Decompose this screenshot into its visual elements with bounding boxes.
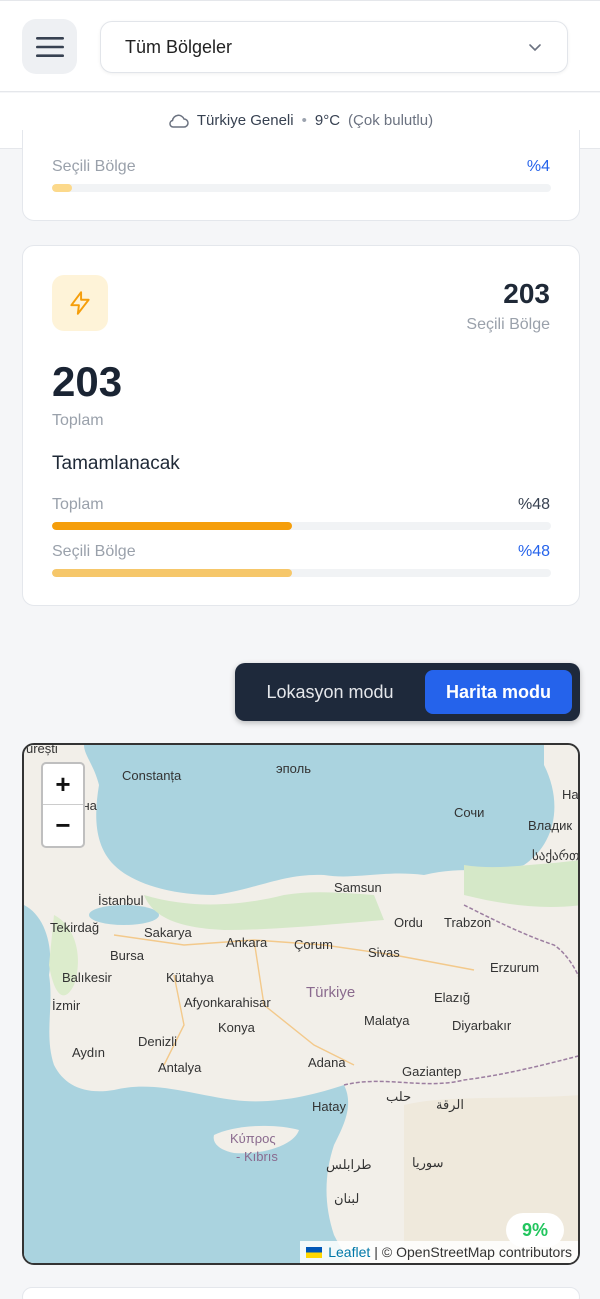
- region-select-value: Tüm Bölgeler: [125, 37, 233, 57]
- map-label-konya: Konya: [218, 1020, 256, 1035]
- map-label-kypros: Κύπρος: [230, 1131, 276, 1146]
- chevron-down-icon: [529, 44, 541, 52]
- map-label-afyon: Afyonkarahisar: [184, 995, 271, 1010]
- map-label-raqqa: الرقة: [436, 1097, 464, 1113]
- map-label-halab: حلب: [386, 1089, 411, 1104]
- map-label-sinop-ru: эполь: [276, 761, 311, 776]
- map-label-sivas: Sivas: [368, 945, 400, 960]
- location-mode-button[interactable]: Lokasyon modu: [235, 663, 425, 721]
- weather-location: Türkiye Geneli: [196, 112, 294, 129]
- total-row-label: Toplam: [52, 496, 104, 513]
- region-select[interactable]: Tüm Bölgeler: [100, 21, 568, 73]
- map-label-kutahya: Kütahya: [166, 970, 214, 985]
- weather-temperature: 9°C: [314, 112, 341, 129]
- map-label-gaziantep: Gaziantep: [402, 1064, 461, 1079]
- weather-separator: •: [301, 112, 307, 129]
- mode-toggle: Lokasyon modu Harita modu: [235, 663, 580, 721]
- map-label-bursa: Bursa: [110, 948, 145, 963]
- map-label-elazig: Elazığ: [434, 990, 470, 1005]
- map-mode-button[interactable]: Harita modu: [425, 670, 572, 714]
- map-label-adana: Adana: [308, 1055, 346, 1070]
- leaflet-link[interactable]: Leaflet: [328, 1244, 370, 1260]
- map-label-ha: Ha: [562, 787, 579, 802]
- map-label-corum: Çorum: [294, 937, 333, 952]
- lightning-icon: [70, 291, 90, 315]
- map-label-diyarbakir: Diyarbakır: [452, 1018, 512, 1033]
- map-label-erzurum: Erzurum: [490, 960, 539, 975]
- map-label-aydin: Aydın: [72, 1045, 105, 1060]
- selected-region-pct: %4: [526, 158, 550, 175]
- map-label-turkiye: Türkiye: [306, 984, 355, 1001]
- map-label-vladik: Владик: [528, 818, 572, 833]
- map-label-georgian: საქართ: [532, 848, 579, 864]
- map-attribution: Leaflet | © OpenStreetMap contributors: [300, 1241, 578, 1263]
- map-label-balikesir: Balıkesir: [62, 970, 113, 985]
- menu-button[interactable]: [22, 19, 77, 74]
- selected-region-count: 203: [503, 278, 550, 309]
- map-label-denizli: Denizli: [138, 1034, 177, 1049]
- total-progress: [52, 522, 551, 530]
- top-bar: Tüm Bölgeler: [0, 0, 600, 92]
- total-count-label: Toplam: [52, 412, 104, 429]
- osm-attribution[interactable]: © OpenStreetMap contributors: [382, 1244, 572, 1260]
- selected-region-progress: [52, 184, 551, 192]
- selected-progress: [52, 569, 551, 577]
- map-label-izmir: İzmir: [52, 998, 81, 1013]
- total-row-pct: %48: [517, 496, 550, 513]
- attribution-separator: |: [374, 1244, 378, 1260]
- map-tiles: urești Constanța арна эполь Сочи Владик …: [24, 745, 579, 1263]
- total-progress-fill: [52, 522, 292, 530]
- zoom-in-button[interactable]: +: [43, 764, 83, 805]
- selected-region-progress-fill: [52, 184, 72, 192]
- selected-region-label: Seçili Bölge: [52, 158, 136, 175]
- map-label-ordu: Ordu: [394, 915, 423, 930]
- next-card-edge: [22, 1287, 580, 1299]
- map-label-ankara: Ankara: [226, 935, 268, 950]
- zoom-control: + −: [41, 762, 85, 848]
- map-label-suriya: سوريا: [412, 1155, 443, 1171]
- map[interactable]: urești Constanța арна эполь Сочи Владик …: [22, 743, 580, 1265]
- map-label-tekirdag: Tekirdağ: [50, 920, 99, 935]
- map-label-tarablus: طرابلس: [326, 1157, 372, 1173]
- cloud-icon: [169, 114, 189, 128]
- map-label-hatay: Hatay: [312, 1099, 346, 1114]
- map-label-samsun: Samsun: [334, 880, 382, 895]
- map-label-trabzon: Trabzon: [444, 915, 491, 930]
- map-label-lubnan: لبنان: [334, 1191, 359, 1206]
- map-label-bucuresti: urești: [26, 745, 58, 756]
- map-label-sakarya: Sakarya: [144, 925, 192, 940]
- map-label-sochi: Сочи: [454, 805, 484, 820]
- ukraine-flag-icon: [306, 1246, 323, 1258]
- map-label-antalya: Antalya: [158, 1060, 202, 1075]
- selected-progress-fill: [52, 569, 292, 577]
- selected-row-label: Seçili Bölge: [52, 543, 136, 560]
- lightning-icon-box: [52, 275, 108, 331]
- hamburger-icon: [35, 36, 64, 57]
- selected-region-count-label: Seçili Bölge: [466, 316, 550, 333]
- section-title: Tamamlanacak: [52, 453, 180, 474]
- map-label-malatya: Malatya: [364, 1013, 410, 1028]
- total-count: 203: [52, 358, 123, 405]
- map-label-constanta: Constanța: [122, 768, 182, 783]
- zoom-out-button[interactable]: −: [43, 805, 83, 846]
- stats-card-partial: Seçili Bölge %4: [22, 130, 580, 221]
- stats-card-completion: 203 Seçili Bölge 203 Toplam Tamamlanacak…: [22, 245, 580, 606]
- map-label-kibris: - Kıbrıs: [236, 1149, 278, 1164]
- selected-row-pct: %48: [517, 543, 550, 560]
- weather-condition: (Çok bulutlu): [348, 112, 434, 129]
- map-label-istanbul: İstanbul: [98, 893, 144, 908]
